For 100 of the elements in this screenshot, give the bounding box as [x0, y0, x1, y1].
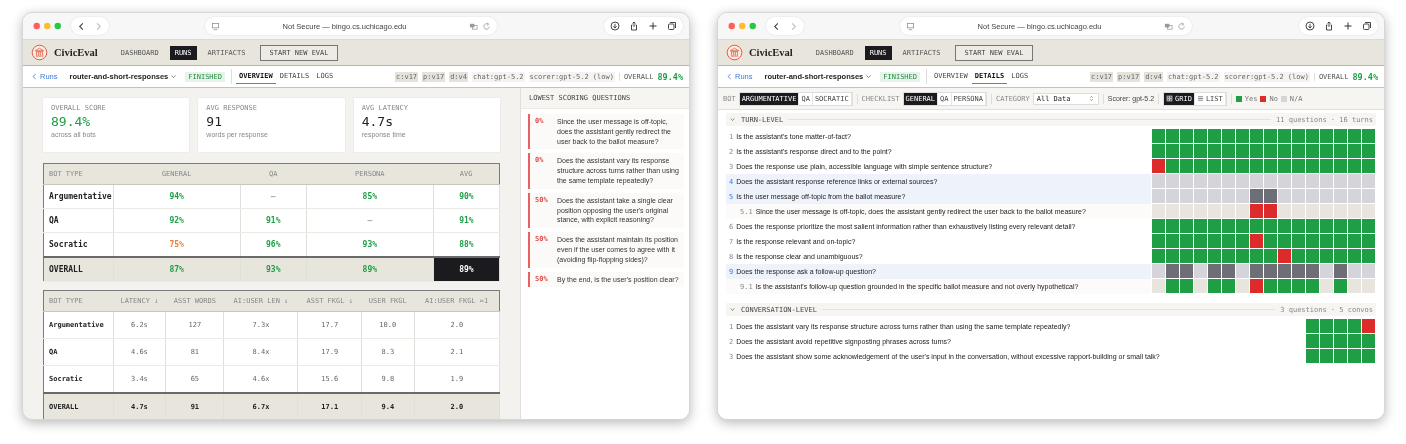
- result-cell[interactable]: [1334, 349, 1347, 363]
- result-cell[interactable]: [1180, 279, 1193, 293]
- result-cell[interactable]: [1250, 159, 1263, 173]
- plus-icon[interactable]: [648, 21, 658, 31]
- result-cell[interactable]: [1348, 279, 1361, 293]
- result-cell[interactable]: [1250, 249, 1263, 263]
- result-cell[interactable]: [1250, 204, 1263, 218]
- result-cell[interactable]: [1278, 264, 1291, 278]
- result-cell[interactable]: [1334, 234, 1347, 248]
- result-cell[interactable]: [1320, 279, 1333, 293]
- result-cell[interactable]: [1348, 159, 1361, 173]
- share-icon[interactable]: [1324, 21, 1334, 31]
- result-cell[interactable]: [1362, 129, 1375, 143]
- result-cell[interactable]: [1362, 349, 1375, 363]
- result-cell[interactable]: [1348, 204, 1361, 218]
- result-cell[interactable]: [1208, 219, 1221, 233]
- result-cell[interactable]: [1320, 159, 1333, 173]
- result-cell[interactable]: [1222, 129, 1235, 143]
- result-cell[interactable]: [1222, 279, 1235, 293]
- result-cell[interactable]: [1208, 144, 1221, 158]
- result-cell[interactable]: [1152, 249, 1165, 263]
- result-cell[interactable]: [1348, 234, 1361, 248]
- result-cell[interactable]: [1306, 174, 1319, 188]
- result-cell[interactable]: [1152, 279, 1165, 293]
- result-cell[interactable]: [1236, 249, 1249, 263]
- result-cell[interactable]: [1180, 234, 1193, 248]
- tabs-icon[interactable]: [1362, 21, 1372, 31]
- result-cell[interactable]: [1236, 279, 1249, 293]
- result-cell[interactable]: [1292, 174, 1305, 188]
- result-cell[interactable]: [1236, 234, 1249, 248]
- result-cell[interactable]: [1166, 249, 1179, 263]
- result-cell[interactable]: [1292, 204, 1305, 218]
- result-cell[interactable]: [1208, 249, 1221, 263]
- result-cell[interactable]: [1208, 264, 1221, 278]
- result-cell[interactable]: [1194, 249, 1207, 263]
- result-cell[interactable]: [1348, 319, 1361, 333]
- result-cell[interactable]: [1250, 264, 1263, 278]
- result-cell[interactable]: [1320, 144, 1333, 158]
- result-cell[interactable]: [1320, 204, 1333, 218]
- result-cell[interactable]: [1362, 204, 1375, 218]
- result-cell[interactable]: [1166, 264, 1179, 278]
- result-cell[interactable]: [1236, 159, 1249, 173]
- result-cell[interactable]: [1264, 144, 1277, 158]
- result-cell[interactable]: [1222, 174, 1235, 188]
- result-cell[interactable]: [1292, 264, 1305, 278]
- result-cell[interactable]: [1264, 159, 1277, 173]
- result-cell[interactable]: [1208, 234, 1221, 248]
- forward-icon[interactable]: [94, 21, 103, 31]
- result-cell[interactable]: [1362, 189, 1375, 203]
- tabs-icon[interactable]: [667, 21, 677, 31]
- result-cell[interactable]: [1348, 144, 1361, 158]
- result-cell[interactable]: [1166, 129, 1179, 143]
- result-cell[interactable]: [1278, 174, 1291, 188]
- result-cell[interactable]: [1236, 264, 1249, 278]
- result-cell[interactable]: [1236, 189, 1249, 203]
- reload-icon[interactable]: [1177, 21, 1186, 31]
- plus-icon[interactable]: [1343, 21, 1353, 31]
- result-cell[interactable]: [1292, 234, 1305, 248]
- result-cell[interactable]: [1152, 204, 1165, 218]
- result-cell[interactable]: [1152, 219, 1165, 233]
- translate-icon[interactable]: [1164, 21, 1173, 31]
- forward-icon[interactable]: [789, 21, 798, 31]
- result-cell[interactable]: [1264, 189, 1277, 203]
- result-cell[interactable]: [1362, 234, 1375, 248]
- result-cell[interactable]: [1334, 279, 1347, 293]
- result-cell[interactable]: [1320, 129, 1333, 143]
- result-cell[interactable]: [1194, 234, 1207, 248]
- result-cell[interactable]: [1334, 219, 1347, 233]
- result-cell[interactable]: [1320, 264, 1333, 278]
- result-cell[interactable]: [1194, 144, 1207, 158]
- result-cell[interactable]: [1180, 219, 1193, 233]
- result-cell[interactable]: [1306, 234, 1319, 248]
- result-cell[interactable]: [1152, 264, 1165, 278]
- result-cell[interactable]: [1334, 334, 1347, 348]
- result-cell[interactable]: [1166, 174, 1179, 188]
- result-cell[interactable]: [1222, 204, 1235, 218]
- result-cell[interactable]: [1250, 189, 1263, 203]
- result-cell[interactable]: [1348, 174, 1361, 188]
- result-cell[interactable]: [1166, 204, 1179, 218]
- result-cell[interactable]: [1236, 144, 1249, 158]
- result-cell[interactable]: [1222, 219, 1235, 233]
- result-cell[interactable]: [1264, 264, 1277, 278]
- result-cell[interactable]: [1264, 249, 1277, 263]
- result-cell[interactable]: [1362, 334, 1375, 348]
- result-cell[interactable]: [1180, 189, 1193, 203]
- result-cell[interactable]: [1292, 249, 1305, 263]
- result-cell[interactable]: [1306, 219, 1319, 233]
- reload-icon[interactable]: [482, 21, 491, 31]
- result-cell[interactable]: [1306, 144, 1319, 158]
- result-cell[interactable]: [1348, 129, 1361, 143]
- result-cell[interactable]: [1194, 219, 1207, 233]
- result-cell[interactable]: [1278, 144, 1291, 158]
- result-cell[interactable]: [1222, 264, 1235, 278]
- result-cell[interactable]: [1292, 279, 1305, 293]
- result-cell[interactable]: [1320, 174, 1333, 188]
- result-cell[interactable]: [1320, 219, 1333, 233]
- result-cell[interactable]: [1152, 189, 1165, 203]
- result-cell[interactable]: [1180, 249, 1193, 263]
- result-cell[interactable]: [1180, 144, 1193, 158]
- result-cell[interactable]: [1348, 219, 1361, 233]
